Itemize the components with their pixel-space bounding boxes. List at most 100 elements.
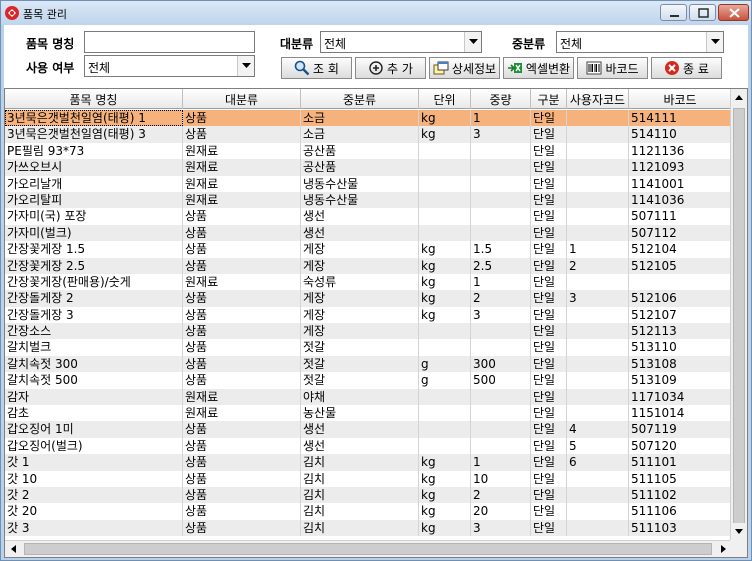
column-header-type[interactable]: 구분 bbox=[531, 89, 567, 109]
cell-item-name[interactable]: 감초 bbox=[5, 405, 183, 422]
cell-item-name[interactable]: 3년묵은갯벌천일염(태평) 3 bbox=[5, 126, 183, 143]
cell-barcode[interactable]: 1171034 bbox=[629, 388, 732, 406]
cell-type[interactable]: 단일 bbox=[531, 224, 567, 242]
cell-type[interactable]: 단일 bbox=[531, 388, 567, 406]
cell-type[interactable]: 단일 bbox=[531, 486, 567, 504]
cell-item-name[interactable]: 가자미(벌크) bbox=[5, 224, 183, 242]
cell-item-name[interactable]: 감자 bbox=[5, 388, 183, 406]
table-row[interactable]: 가오리탈피 원재료 냉동수산물 단일 1141036 bbox=[5, 191, 732, 209]
cell-type[interactable]: 단일 bbox=[531, 208, 567, 225]
barcode-button[interactable]: 바코드 bbox=[577, 57, 648, 79]
cell-barcode[interactable]: 511101 bbox=[629, 454, 732, 471]
cell-unit[interactable] bbox=[419, 437, 471, 455]
cell-user-code[interactable] bbox=[567, 126, 629, 143]
cell-user-code[interactable] bbox=[567, 306, 629, 324]
cell-major-category[interactable]: 상품 bbox=[183, 224, 301, 242]
cell-user-code[interactable] bbox=[567, 175, 629, 192]
table-row[interactable]: 갑오징어(벌크) 상품 생선 단일 5 507120 bbox=[5, 437, 732, 455]
table-row[interactable]: 3년묵은갯벌천일염(태평) 1 상품 소금 kg 1 단일 514111 bbox=[5, 110, 732, 127]
cell-minor-category[interactable]: 야채 bbox=[301, 388, 419, 406]
cell-major-category[interactable]: 원재료 bbox=[183, 159, 301, 176]
cell-user-code[interactable] bbox=[567, 470, 629, 487]
cell-major-category[interactable]: 원재료 bbox=[183, 175, 301, 192]
cell-user-code[interactable]: 5 bbox=[567, 437, 629, 455]
cell-weight[interactable]: 10 bbox=[471, 470, 531, 487]
cell-minor-category[interactable]: 공산품 bbox=[301, 159, 419, 176]
cell-unit[interactable]: kg bbox=[419, 503, 471, 520]
cell-weight[interactable]: 1 bbox=[471, 273, 531, 291]
cell-barcode[interactable]: 511105 bbox=[629, 470, 732, 487]
cell-weight[interactable] bbox=[471, 323, 531, 340]
cell-unit[interactable] bbox=[419, 191, 471, 209]
cell-item-name[interactable]: 갓 1 bbox=[5, 454, 183, 471]
cell-barcode[interactable]: 511106 bbox=[629, 503, 732, 520]
major-category-select[interactable]: 전체 bbox=[320, 31, 482, 53]
cell-barcode[interactable]: 512105 bbox=[629, 257, 732, 274]
cell-item-name[interactable]: 가오리탈피 bbox=[5, 191, 183, 209]
cell-major-category[interactable]: 상품 bbox=[183, 110, 301, 127]
table-row[interactable]: 가자미(국) 포장 상품 생선 단일 507111 bbox=[5, 208, 732, 225]
cell-user-code[interactable]: 2 bbox=[567, 257, 629, 274]
cell-barcode[interactable]: 1121093 bbox=[629, 159, 732, 176]
cell-user-code[interactable]: 6 bbox=[567, 454, 629, 471]
table-row[interactable]: 갑오징어 1미 상품 생선 단일 4 507119 bbox=[5, 421, 732, 438]
cell-minor-category[interactable]: 공산품 bbox=[301, 142, 419, 160]
cell-user-code[interactable] bbox=[567, 323, 629, 340]
cell-unit[interactable] bbox=[419, 339, 471, 356]
cell-type[interactable]: 단일 bbox=[531, 323, 567, 340]
cell-type[interactable]: 단일 bbox=[531, 421, 567, 438]
cell-user-code[interactable] bbox=[567, 191, 629, 209]
cell-minor-category[interactable]: 게장 bbox=[301, 290, 419, 307]
usage-select[interactable]: 전체 bbox=[84, 55, 255, 77]
cell-barcode[interactable]: 507112 bbox=[629, 224, 732, 242]
cell-type[interactable]: 단일 bbox=[531, 470, 567, 487]
table-row[interactable]: 간장돌게장 3 상품 게장 kg 3 단일 512107 bbox=[5, 306, 732, 324]
cell-user-code[interactable] bbox=[567, 142, 629, 160]
cell-item-name[interactable]: 간장꽃게장 1.5 bbox=[5, 241, 183, 258]
detail-button[interactable]: 상세정보 bbox=[429, 57, 500, 79]
cell-type[interactable]: 단일 bbox=[531, 519, 567, 537]
table-row[interactable]: 갓 1 상품 김치 kg 1 단일 6 511101 bbox=[5, 454, 732, 471]
table-row[interactable]: 갓 10 상품 김치 kg 10 단일 511105 bbox=[5, 470, 732, 487]
cell-weight[interactable] bbox=[471, 388, 531, 406]
table-row[interactable]: 간장돌게장 2 상품 게장 kg 2 단일 3 512106 bbox=[5, 290, 732, 307]
table-row[interactable]: 갓 20 상품 김치 kg 20 단일 511106 bbox=[5, 503, 732, 520]
table-row[interactable]: 가쓰오브시 원재료 공산품 단일 1121093 bbox=[5, 159, 732, 176]
cell-minor-category[interactable]: 농산물 bbox=[301, 405, 419, 422]
cell-minor-category[interactable]: 김치 bbox=[301, 486, 419, 504]
cell-major-category[interactable]: 상품 bbox=[183, 372, 301, 389]
cell-item-name[interactable]: 가자미(국) 포장 bbox=[5, 208, 183, 225]
cell-minor-category[interactable]: 김치 bbox=[301, 519, 419, 537]
cell-unit[interactable]: kg bbox=[419, 470, 471, 487]
cell-barcode[interactable]: 507119 bbox=[629, 421, 732, 438]
cell-major-category[interactable]: 상품 bbox=[183, 306, 301, 324]
table-row[interactable]: 간장꽃게장 2.5 상품 게장 kg 2.5 단일 2 512105 bbox=[5, 257, 732, 274]
title-bar[interactable]: 품목 관리 bbox=[1, 1, 751, 25]
cell-minor-category[interactable]: 소금 bbox=[301, 110, 419, 127]
cell-barcode[interactable]: 512106 bbox=[629, 290, 732, 307]
cell-item-name[interactable]: 갓 2 bbox=[5, 486, 183, 504]
cell-user-code[interactable] bbox=[567, 405, 629, 422]
cell-type[interactable]: 단일 bbox=[531, 142, 567, 160]
cell-major-category[interactable]: 상품 bbox=[183, 208, 301, 225]
cell-unit[interactable]: g bbox=[419, 372, 471, 389]
cell-weight[interactable]: 500 bbox=[471, 372, 531, 389]
cell-barcode[interactable]: 514110 bbox=[629, 126, 732, 143]
vertical-scrollbar[interactable] bbox=[730, 89, 747, 540]
cell-weight[interactable] bbox=[471, 421, 531, 438]
cell-weight[interactable]: 300 bbox=[471, 355, 531, 373]
table-row[interactable]: 갈치속젓 500 상품 젓갈 g 500 단일 513109 bbox=[5, 372, 732, 389]
cell-weight[interactable]: 20 bbox=[471, 503, 531, 520]
cell-item-name[interactable]: 갓 20 bbox=[5, 503, 183, 520]
column-header-major-category[interactable]: 대분류 bbox=[183, 89, 301, 109]
cell-major-category[interactable]: 상품 bbox=[183, 503, 301, 520]
horizontal-scrollbar[interactable] bbox=[5, 540, 732, 557]
minimize-button[interactable] bbox=[660, 4, 687, 21]
cell-item-name[interactable]: 갑오징어 1미 bbox=[5, 421, 183, 438]
cell-type[interactable]: 단일 bbox=[531, 437, 567, 455]
cell-minor-category[interactable]: 김치 bbox=[301, 503, 419, 520]
cell-user-code[interactable] bbox=[567, 372, 629, 389]
cell-major-category[interactable]: 원재료 bbox=[183, 388, 301, 406]
table-row[interactable]: 갓 3 상품 김치 kg 3 단일 511103 bbox=[5, 519, 732, 537]
table-row[interactable]: 간장소스 상품 게장 단일 512113 bbox=[5, 323, 732, 340]
